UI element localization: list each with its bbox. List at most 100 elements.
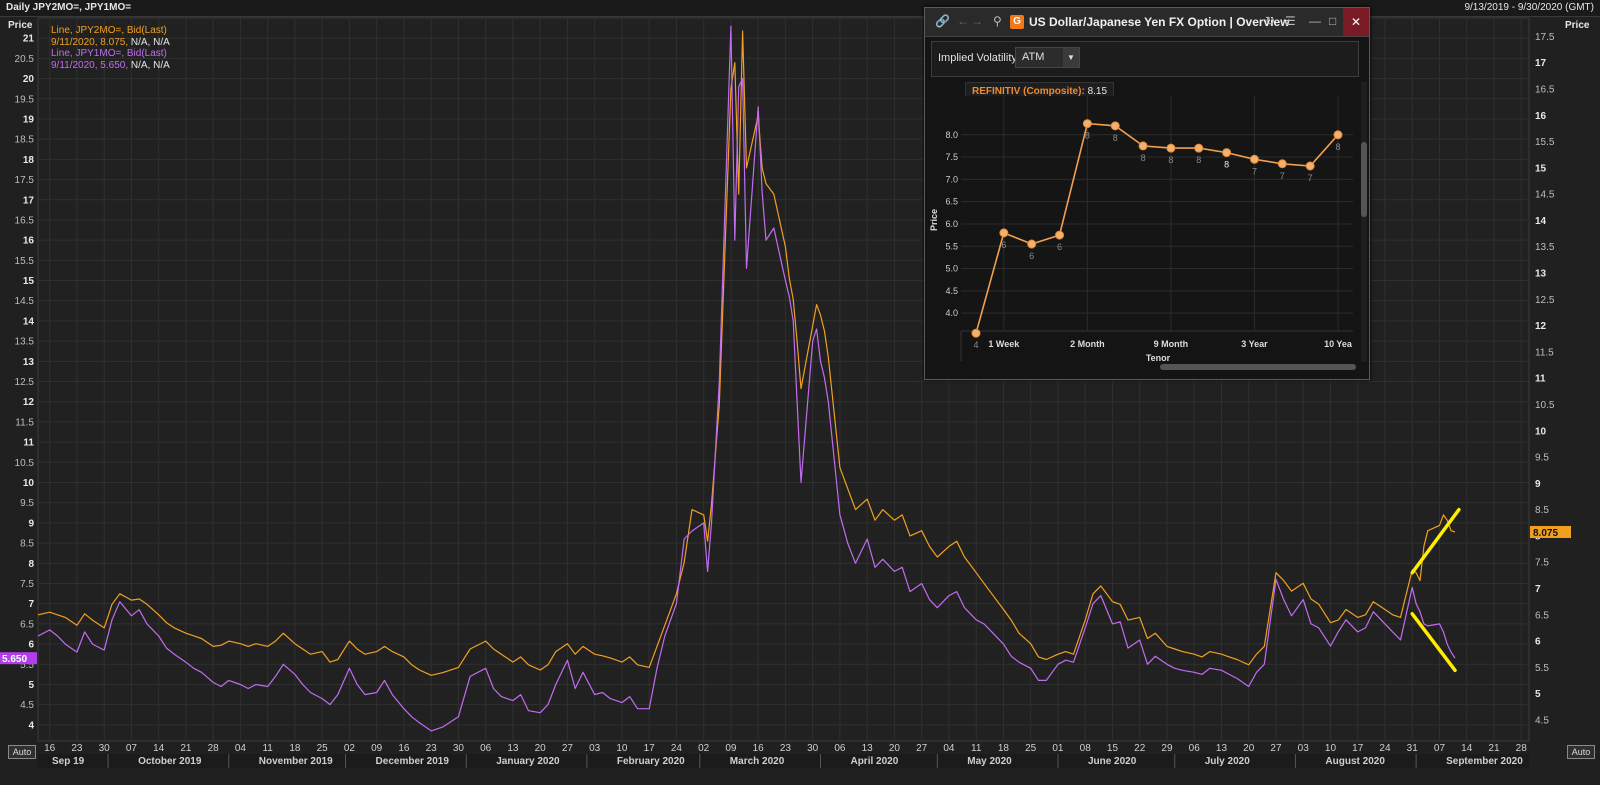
tenor-y-tick-label: 7.5	[945, 152, 958, 162]
volatility-selector: Implied Volatility: ATM ▼	[931, 41, 1359, 77]
y-tick-label-left: 17	[23, 195, 35, 206]
y-tick-label-right: 17.5	[1535, 32, 1555, 43]
y-axis-title-right: Price	[1565, 20, 1590, 31]
y-tick-label-left: 5	[28, 680, 34, 691]
tenor-point-label: 4	[973, 340, 978, 350]
x-tick-label: 27	[1270, 743, 1282, 754]
tenor-point	[999, 228, 1009, 238]
tenor-point	[1194, 143, 1204, 153]
y-tick-label-right: 10.5	[1535, 400, 1555, 411]
legend: Line, JPY2MO=, Bid(Last) 9/11/2020, 8.07…	[51, 25, 170, 71]
x-tick-label: 06	[480, 743, 492, 754]
x-tick-label: 13	[1216, 743, 1228, 754]
tenor-point-label: 8	[1141, 153, 1146, 163]
x-tick-label: 16	[753, 743, 765, 754]
y-tick-label-left: 13	[23, 357, 35, 368]
tenor-y-tick-label: 4.5	[945, 286, 958, 296]
x-tick-label: 11	[262, 743, 273, 754]
y-tick-label-left: 7	[28, 599, 34, 610]
y-tick-label-right: 4.5	[1535, 715, 1549, 726]
popup-title-bar[interactable]: 🔗 ← → ⚲ G US Dollar/Japanese Yen FX Opti…	[925, 8, 1369, 37]
x-tick-label: 07	[1434, 743, 1446, 754]
y-tick-label-left: 20	[23, 74, 35, 85]
back-arrow-icon[interactable]: ←	[957, 14, 969, 28]
x-tick-label: 01	[1052, 743, 1064, 754]
chevron-down-icon[interactable]: ▼	[1063, 48, 1079, 67]
volatility-dropdown[interactable]: ATM ▼	[1015, 47, 1080, 68]
y-tick-label-right: 7	[1535, 584, 1541, 595]
tenor-y-axis-title: Price	[929, 209, 939, 231]
horizontal-scrollbar[interactable]	[1160, 364, 1356, 370]
x-month-label: January 2020	[496, 756, 560, 767]
legend-jpy2mo-na: N/A, N/A	[130, 36, 170, 48]
x-tick-label: 18	[998, 743, 1010, 754]
x-month-label: February 2020	[617, 756, 685, 767]
tenor-x-tick-label: 1 Week	[988, 339, 1020, 349]
tenor-y-tick-label: 6.5	[945, 197, 958, 207]
x-month-label: Sep 19	[52, 756, 85, 767]
y-tick-label-right: 13.5	[1535, 242, 1555, 253]
tenor-y-tick-label: 4.0	[945, 308, 958, 318]
vertical-scrollbar[interactable]	[1361, 82, 1367, 362]
y-tick-label-left: 15.5	[15, 256, 35, 267]
x-tick-label: 23	[426, 743, 438, 754]
y-tick-label-right: 17	[1535, 58, 1547, 69]
x-tick-label: 06	[834, 743, 846, 754]
tenor-y-tick-label: 6.0	[945, 219, 958, 229]
y-tick-label-right: 8.5	[1535, 505, 1549, 516]
tenor-x-tick-label: 10 Yea	[1324, 339, 1353, 349]
auto-scale-left-button[interactable]: Auto	[8, 745, 36, 759]
maximize-icon[interactable]: □	[1329, 14, 1336, 28]
close-icon[interactable]: ✕	[1343, 8, 1369, 36]
tenor-point-label: 7	[1308, 173, 1313, 183]
x-tick-label: 29	[1161, 743, 1173, 754]
y-tick-label-left: 12.5	[15, 377, 35, 388]
y-tick-label-left: 8	[28, 559, 34, 570]
popup-title: US Dollar/Japanese Yen FX Option | Overv…	[1029, 15, 1290, 29]
link-icon[interactable]: 🔗	[935, 14, 950, 28]
y-tick-label-right: 15.5	[1535, 137, 1555, 148]
tenor-x-tick-label: 2 Month	[1070, 339, 1105, 349]
tenor-point	[1222, 148, 1232, 158]
x-tick-label: 30	[807, 743, 819, 754]
legend-entry-jpy2mo: Line, JPY2MO=, Bid(Last)	[51, 25, 170, 37]
minimize-icon[interactable]: —	[1309, 14, 1321, 28]
y-tick-label-right: 14	[1535, 216, 1547, 227]
y-tick-label-right: 14.5	[1535, 190, 1555, 201]
y-tick-label-right: 12.5	[1535, 295, 1555, 306]
y-tick-label-right: 5	[1535, 689, 1541, 700]
x-month-label: September 2020	[1446, 756, 1523, 767]
y-tick-label-left: 19	[23, 114, 35, 125]
tenor-plot-area	[961, 96, 1353, 331]
fx-option-popup[interactable]: 🔗 ← → ⚲ G US Dollar/Japanese Yen FX Opti…	[924, 7, 1370, 380]
x-month-label: July 2020	[1205, 756, 1250, 767]
search-icon[interactable]: ⚲	[993, 14, 1002, 28]
y-tick-label-left: 18.5	[15, 135, 35, 146]
x-tick-label: 24	[671, 743, 683, 754]
tenor-curve	[975, 122, 1339, 334]
scrollbar-thumb[interactable]	[1361, 142, 1367, 217]
x-tick-label: 28	[1516, 743, 1528, 754]
y-tick-label-right: 6	[1535, 637, 1541, 648]
legend-jpy2mo-value: 9/11/2020, 8.075,	[51, 36, 129, 48]
x-month-label: August 2020	[1325, 756, 1385, 767]
menu-icon[interactable]: ☰	[1285, 14, 1296, 28]
x-tick-label: 09	[725, 743, 737, 754]
auto-scale-right-button[interactable]: Auto	[1567, 745, 1595, 759]
x-tick-label: 21	[180, 743, 192, 754]
chart-window: Daily JPY2MO=, JPY1MO= 9/13/2019 - 9/30/…	[0, 0, 1600, 785]
y-tick-label-right: 16.5	[1535, 84, 1555, 95]
legend-entry-jpy1mo: Line, JPY1MO=, Bid(Last)	[51, 48, 170, 60]
tenor-point-label: 8	[1335, 142, 1340, 152]
x-tick-label: 02	[698, 743, 710, 754]
y-tick-label-right: 5.5	[1535, 663, 1549, 674]
y-tick-label-left: 10	[23, 478, 35, 489]
y-tick-label-right: 16	[1535, 111, 1547, 122]
y-tick-label-left: 4.5	[20, 700, 34, 711]
x-tick-label: 04	[943, 743, 955, 754]
tenor-y-tick-label: 5.5	[945, 241, 958, 251]
forward-arrow-icon[interactable]: →	[971, 14, 983, 28]
y-tick-label-right: 9.5	[1535, 453, 1549, 464]
y-tick-label-left: 16	[23, 236, 35, 247]
refresh-icon[interactable]: ↻	[1265, 14, 1275, 28]
